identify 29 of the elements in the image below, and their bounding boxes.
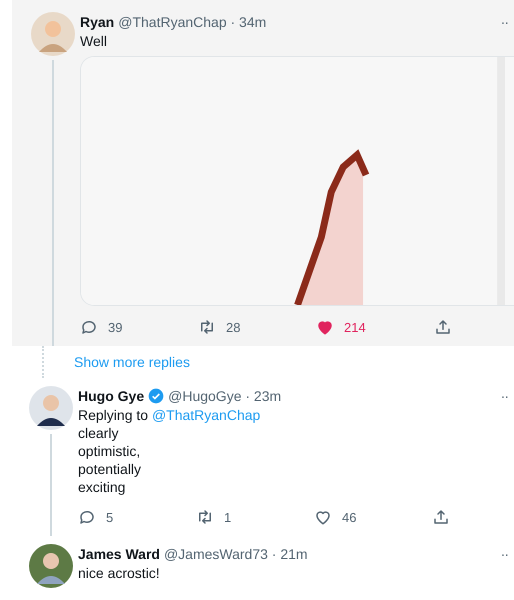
more-options-icon[interactable]: ·· xyxy=(500,386,508,406)
reply-count: 39 xyxy=(108,320,122,334)
handle-and-time: @JamesWard73 · 21m xyxy=(164,545,309,564)
like-count: 214 xyxy=(344,320,366,334)
share-icon[interactable] xyxy=(432,508,450,526)
more-options-icon[interactable]: ·· xyxy=(500,544,508,564)
share-icon[interactable] xyxy=(434,318,452,336)
reply-icon[interactable] xyxy=(78,508,96,526)
retweet-count: 1 xyxy=(224,510,232,524)
tweet-text: potentially xyxy=(78,460,142,478)
replying-to-text: Replying to @ThatRyanChap xyxy=(78,406,262,424)
tweet-text: nice acrostic! xyxy=(78,564,161,582)
like-count: 46 xyxy=(342,510,356,524)
retweet-count: 28 xyxy=(226,320,240,334)
retweet-icon[interactable] xyxy=(198,318,216,336)
retweet-icon[interactable] xyxy=(196,508,214,526)
author-name[interactable]: James Ward xyxy=(78,544,160,564)
tweet-text: clearly xyxy=(78,424,120,442)
handle-and-time: @HugoGye · 23m xyxy=(168,387,282,406)
handle-and-time: @ThatRyanChap · 34m xyxy=(118,13,268,32)
tweet-text: optimistic, xyxy=(78,442,142,460)
tweet-text: exciting xyxy=(78,478,126,496)
author-name[interactable]: Ryan xyxy=(80,12,114,32)
more-options-icon[interactable]: ·· xyxy=(500,12,508,32)
author-name[interactable]: Hugo Gye xyxy=(78,386,144,406)
reply-count: 5 xyxy=(106,510,114,524)
avatar-icon[interactable] xyxy=(29,386,73,430)
tweet-text: Well xyxy=(80,32,108,50)
reply-icon[interactable] xyxy=(80,318,98,336)
